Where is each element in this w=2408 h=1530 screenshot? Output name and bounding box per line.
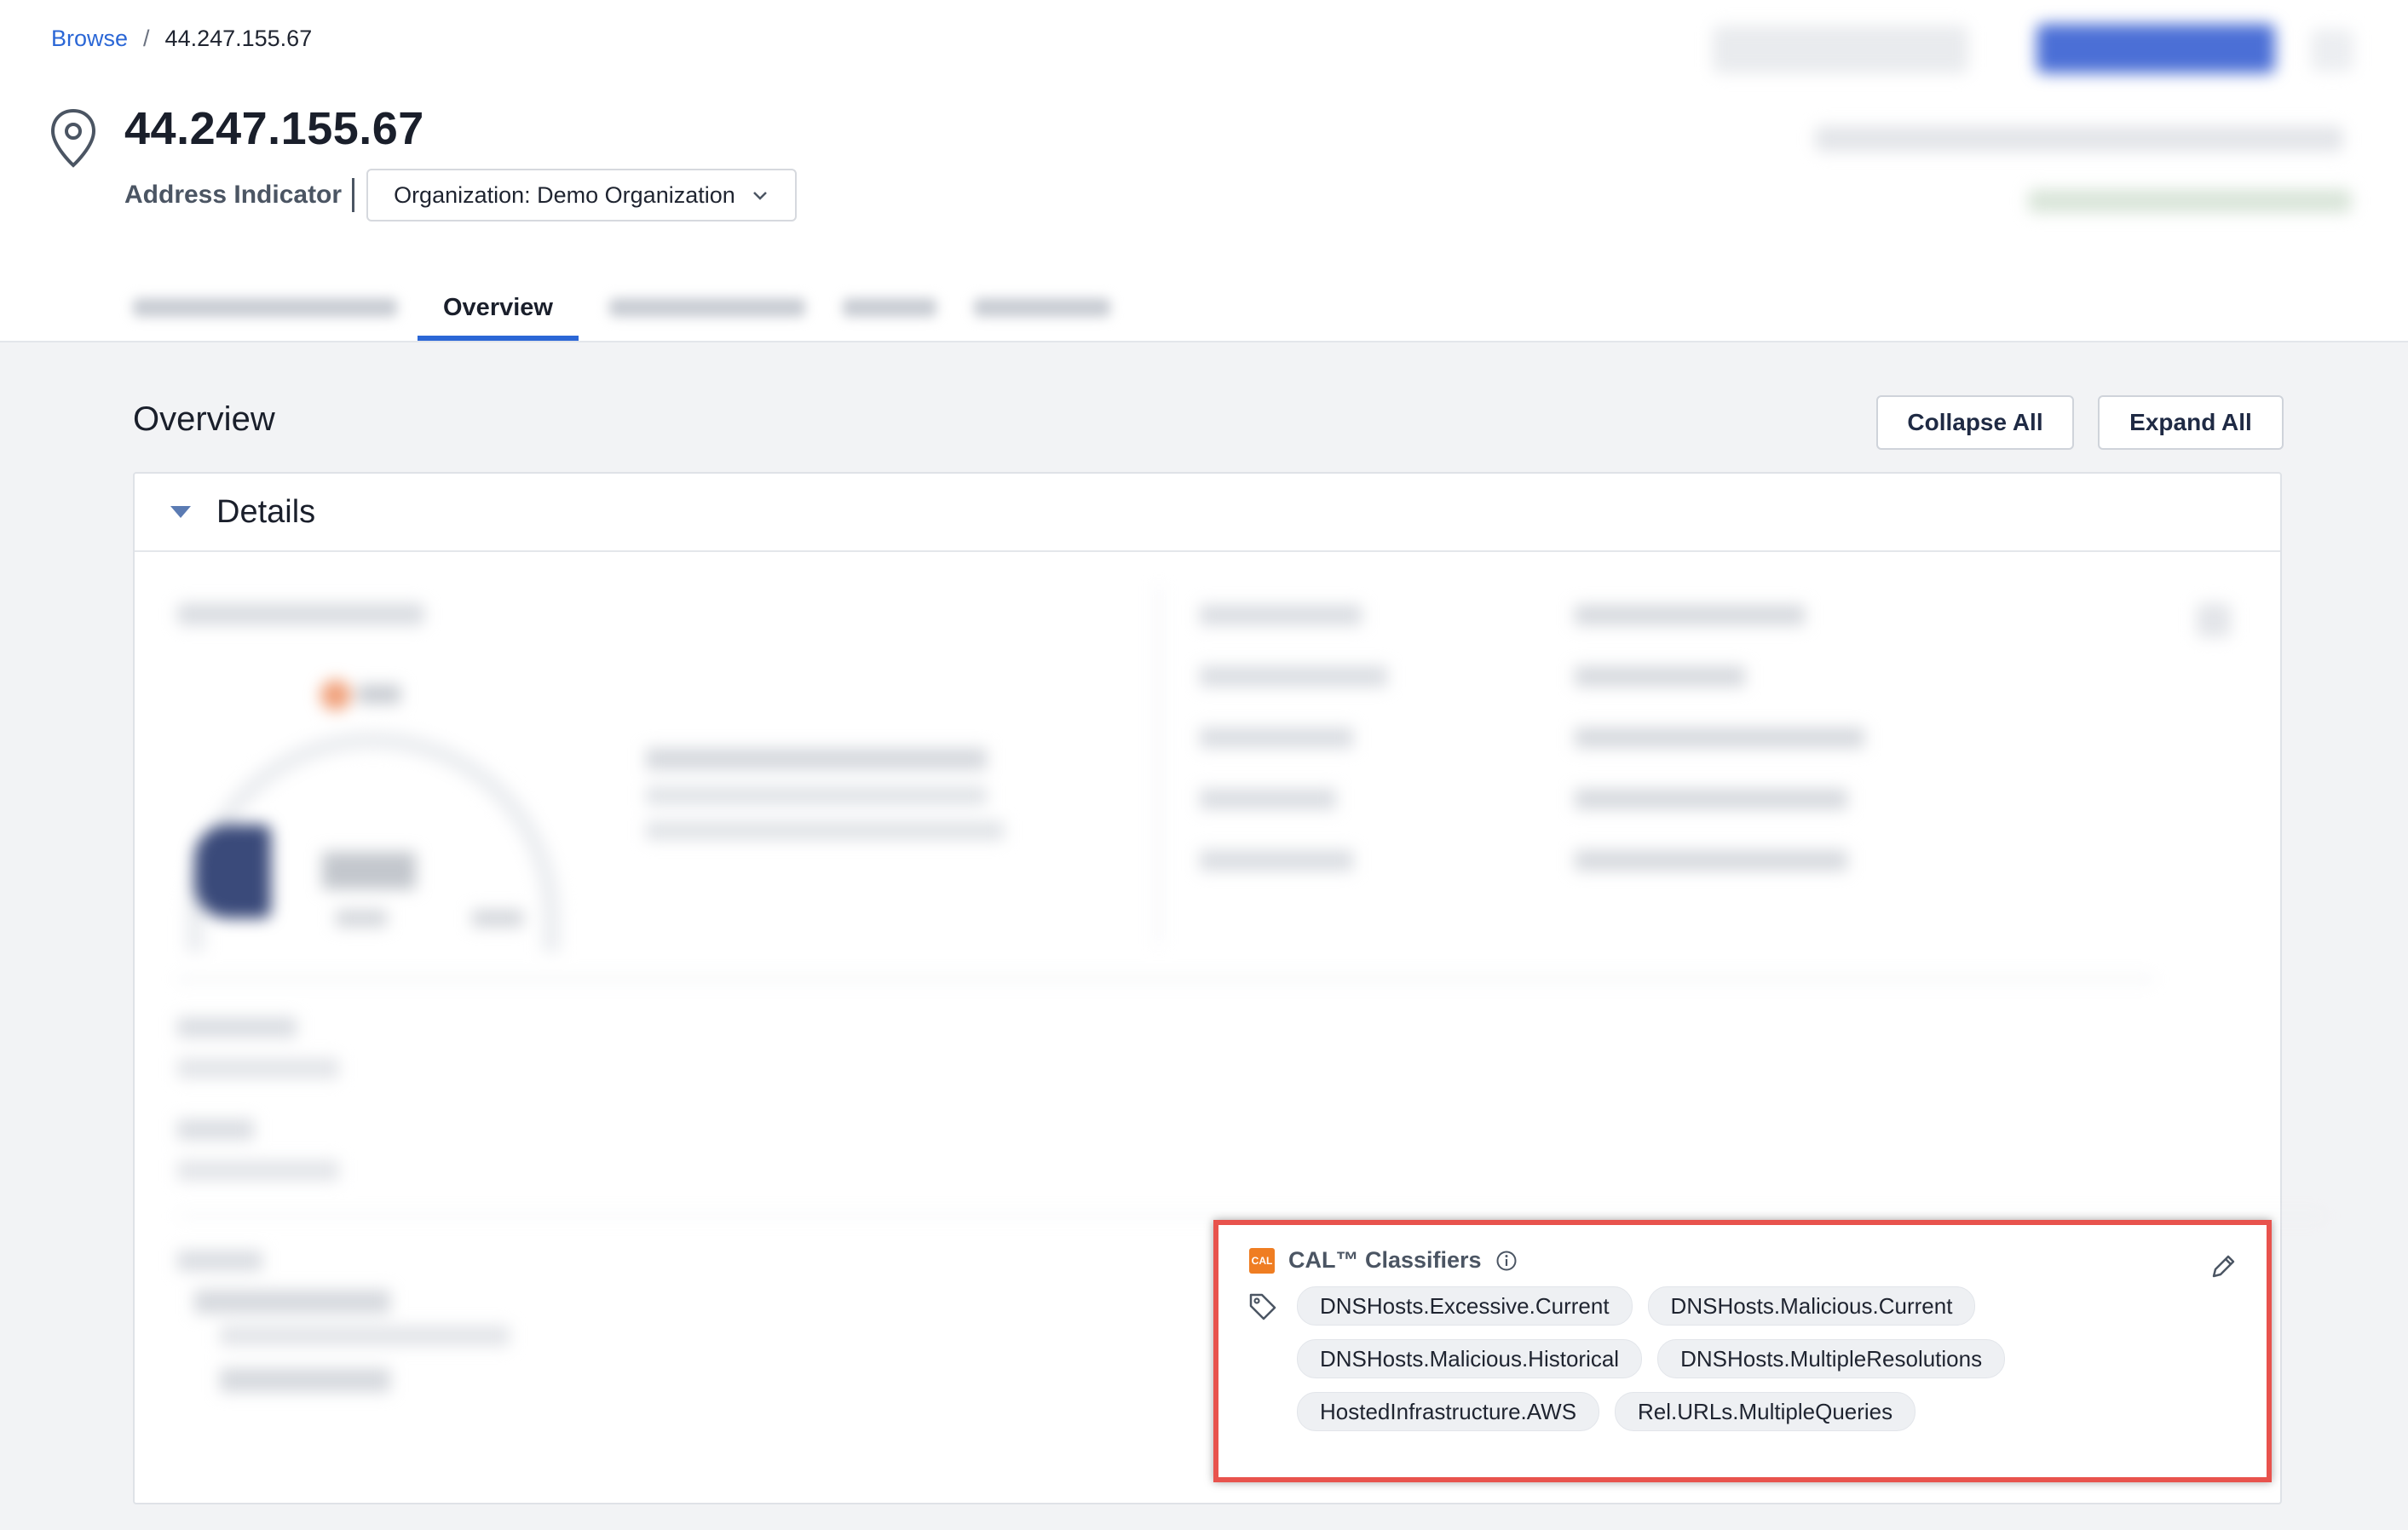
tab-bar: Overview	[124, 274, 1110, 341]
cal-tag[interactable]: DNSHosts.MultipleResolutions	[1657, 1339, 2006, 1378]
tab-blurred-1[interactable]	[133, 274, 397, 341]
blurred-status-row	[2028, 189, 2352, 213]
cal-classifiers-panel: CAL CAL™ Classifiers DNSHosts.Excessive.…	[1213, 1220, 2272, 1482]
cal-tag[interactable]: HostedInfrastructure.AWS	[1297, 1392, 1600, 1431]
breadcrumb: Browse / 44.247.155.67	[51, 26, 312, 52]
type-divider	[352, 178, 355, 212]
details-header[interactable]: Details	[135, 474, 2280, 552]
tab-overview-label: Overview	[443, 293, 553, 321]
tab-blurred-2[interactable]	[608, 274, 805, 341]
pencil-icon[interactable]	[2209, 1252, 2238, 1281]
cal-classifiers-header: CAL CAL™ Classifiers	[1249, 1247, 1518, 1274]
collapse-all-button[interactable]: Collapse All	[1876, 395, 2074, 450]
tab-blurred-3[interactable]	[842, 274, 936, 341]
cal-tag-list: DNSHosts.Excessive.Current DNSHosts.Mali…	[1297, 1286, 2217, 1431]
cal-tag[interactable]: Rel.URLs.MultipleQueries	[1615, 1392, 1916, 1431]
blurred-menu-button	[2311, 29, 2353, 72]
chevron-down-icon	[752, 192, 767, 200]
caret-down-icon	[170, 506, 191, 518]
blurred-action-button	[1713, 26, 1968, 73]
expand-all-button[interactable]: Expand All	[2098, 395, 2284, 450]
blurred-meta-row	[1815, 126, 2343, 152]
blurred-primary-button	[2036, 24, 2275, 73]
details-header-label: Details	[216, 493, 316, 530]
cal-classifiers-title: CAL™ Classifiers	[1288, 1247, 1482, 1273]
location-pin-icon	[50, 108, 96, 168]
organization-select-value: Organization: Demo Organization	[394, 181, 735, 208]
tab-blurred-4[interactable]	[973, 274, 1110, 341]
page-title: 44.247.155.67	[124, 103, 424, 154]
section-title: Overview	[133, 400, 275, 438]
cal-tag[interactable]: DNSHosts.Excessive.Current	[1297, 1286, 1633, 1326]
subtitle-row: Address Indicator Organization: Demo Org…	[124, 169, 797, 221]
tab-overview[interactable]: Overview	[418, 274, 579, 341]
cal-tag[interactable]: DNSHosts.Malicious.Historical	[1297, 1339, 1643, 1378]
breadcrumb-browse-link[interactable]: Browse	[51, 26, 128, 52]
cal-tag[interactable]: DNSHosts.Malicious.Current	[1647, 1286, 1976, 1326]
breadcrumb-separator: /	[143, 26, 150, 51]
info-icon[interactable]	[1495, 1250, 1518, 1272]
top-bar: Browse / 44.247.155.67 44.247.155.67 Add…	[0, 0, 2408, 342]
breadcrumb-current: 44.247.155.67	[164, 26, 313, 51]
indicator-type-label: Address Indicator	[124, 181, 343, 209]
tag-icon	[1249, 1293, 1276, 1320]
cal-logo: CAL	[1249, 1247, 1275, 1274]
organization-select[interactable]: Organization: Demo Organization	[366, 169, 797, 221]
